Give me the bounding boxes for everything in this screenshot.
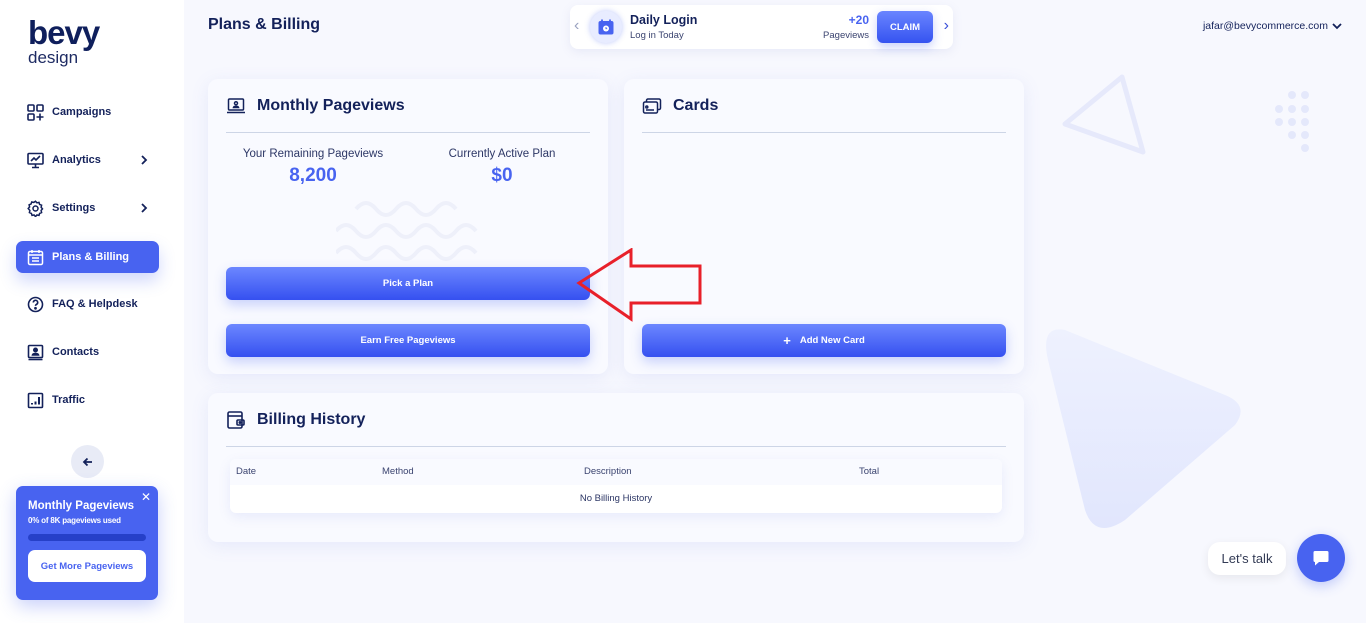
get-more-pageviews-button[interactable]: Get More Pageviews	[28, 550, 146, 582]
plus-icon: +	[783, 333, 791, 348]
sidebar-item-label: Analytics	[52, 154, 101, 166]
wallet-icon	[227, 411, 245, 429]
billing-table: Date Method Description Total No Billing…	[230, 459, 1002, 513]
card-header: Cards	[642, 96, 718, 116]
divider	[226, 132, 590, 133]
gear-icon	[27, 199, 44, 217]
sidebar-item-label: Contacts	[52, 346, 100, 358]
chevron-down-icon	[1332, 23, 1342, 30]
column-header-date[interactable]: Date	[236, 466, 256, 477]
active-plan-stat: Currently Active Plan $0	[422, 148, 582, 187]
pageviews-promo: ✕ Monthly Pageviews 0% of 8K pageviews u…	[16, 486, 158, 600]
card-header: Billing History	[226, 410, 365, 430]
brand-sub: design	[28, 48, 79, 67]
contact-card-icon	[27, 344, 44, 361]
card-title: Billing History	[257, 411, 366, 428]
sidebar-item-faq-helpdesk[interactable]: FAQ & Helpdesk	[16, 288, 159, 320]
grid-plus-icon	[27, 103, 44, 121]
page-title: Plans & Billing	[208, 16, 321, 33]
card-header: Monthly Pageviews	[226, 96, 405, 116]
chevron-left-icon[interactable]: ‹	[574, 17, 579, 35]
card-title: Cards	[673, 97, 719, 114]
lets-talk-bubble[interactable]: Let's talk	[1208, 542, 1286, 575]
reward-amount: +20	[848, 13, 869, 27]
chat-button[interactable]	[1297, 534, 1345, 582]
bar-chart-icon	[27, 392, 44, 409]
sidebar-item-label: Plans & Billing	[52, 251, 130, 263]
divider	[226, 446, 1006, 447]
calendar-clock-icon	[590, 11, 622, 43]
sidebar-item-contacts[interactable]: Contacts	[16, 336, 159, 368]
credit-cards-icon	[642, 98, 662, 114]
table-header: Date Method Description Total	[230, 459, 1002, 485]
sidebar-item-traffic[interactable]: Traffic	[16, 384, 159, 416]
laptop-user-icon	[227, 98, 245, 114]
decor-dots	[1275, 91, 1309, 152]
brand-logo[interactable]: bevy design	[28, 14, 100, 67]
button-label: Add New Card	[799, 335, 865, 346]
reward-unit: Pageviews	[823, 30, 869, 41]
column-header-method[interactable]: Method	[382, 466, 414, 477]
card-title: Monthly Pageviews	[257, 97, 405, 114]
collapse-sidebar-button[interactable]	[71, 445, 104, 478]
sidebar-item-analytics[interactable]: Analytics	[16, 144, 159, 176]
daily-login-title: Daily Login	[630, 13, 698, 27]
annotation-arrow-icon	[576, 248, 702, 322]
stat-label: Your Remaining Pageviews	[242, 148, 384, 160]
divider	[642, 132, 1006, 133]
remaining-pageviews-stat: Your Remaining Pageviews 8,200	[228, 148, 398, 187]
stat-label: Currently Active Plan	[448, 148, 556, 160]
decor-triangle-outline	[1062, 74, 1146, 155]
chevron-right-icon	[141, 203, 148, 213]
pick-a-plan-button[interactable]: Pick a Plan	[226, 267, 590, 300]
brand-name: bevy	[28, 14, 100, 51]
decor-triangle-filled	[1046, 329, 1241, 528]
billing-history-card: Billing History Date Method Description …	[208, 393, 1024, 542]
user-email: jafar@bevycommerce.com	[1202, 20, 1328, 32]
question-circle-icon	[27, 296, 44, 313]
earn-free-pageviews-button[interactable]: Earn Free Pageviews	[226, 324, 590, 357]
monthly-pageviews-card: Monthly Pageviews Your Remaining Pagevie…	[208, 79, 608, 374]
daily-login-subtitle: Log in Today	[630, 30, 684, 41]
sidebar: bevy design Campaigns Analytics Settings…	[0, 0, 184, 623]
sidebar-item-label: Traffic	[52, 394, 86, 406]
promo-title: Monthly Pageviews	[28, 500, 135, 512]
usage-progress-bar	[28, 534, 146, 541]
arrow-left-icon	[82, 457, 92, 466]
sidebar-item-plans-billing[interactable]: Plans & Billing	[16, 241, 159, 273]
close-icon[interactable]: ✕	[141, 490, 151, 504]
calendar-icon	[27, 249, 44, 266]
claim-button[interactable]: CLAIM	[877, 11, 933, 43]
user-menu[interactable]: jafar@bevycommerce.com	[1203, 20, 1342, 32]
column-header-total[interactable]: Total	[859, 466, 879, 477]
stat-value: 8,200	[289, 165, 337, 186]
sidebar-item-campaigns[interactable]: Campaigns	[16, 96, 159, 128]
chat-icon	[1313, 551, 1329, 566]
promo-usage-text: 0% of 8K pageviews used	[28, 516, 121, 525]
sidebar-item-label: Campaigns	[52, 106, 112, 118]
sidebar-item-label: FAQ & Helpdesk	[52, 298, 138, 310]
chevron-right-icon	[141, 155, 148, 165]
empty-state-text: No Billing History	[579, 493, 653, 504]
add-new-card-button[interactable]: + Add New Card	[642, 324, 1006, 357]
daily-login-widget: ‹ Daily Login Log in Today +20 Pageviews…	[570, 5, 953, 49]
sidebar-item-label: Settings	[52, 202, 96, 214]
column-header-description[interactable]: Description	[584, 466, 632, 477]
monitor-chart-icon	[27, 152, 44, 169]
sidebar-item-settings[interactable]: Settings	[16, 192, 159, 224]
cards-card: Cards + Add New Card	[624, 79, 1024, 374]
stat-value: $0	[491, 165, 513, 186]
chevron-right-icon[interactable]: ›	[944, 17, 949, 35]
